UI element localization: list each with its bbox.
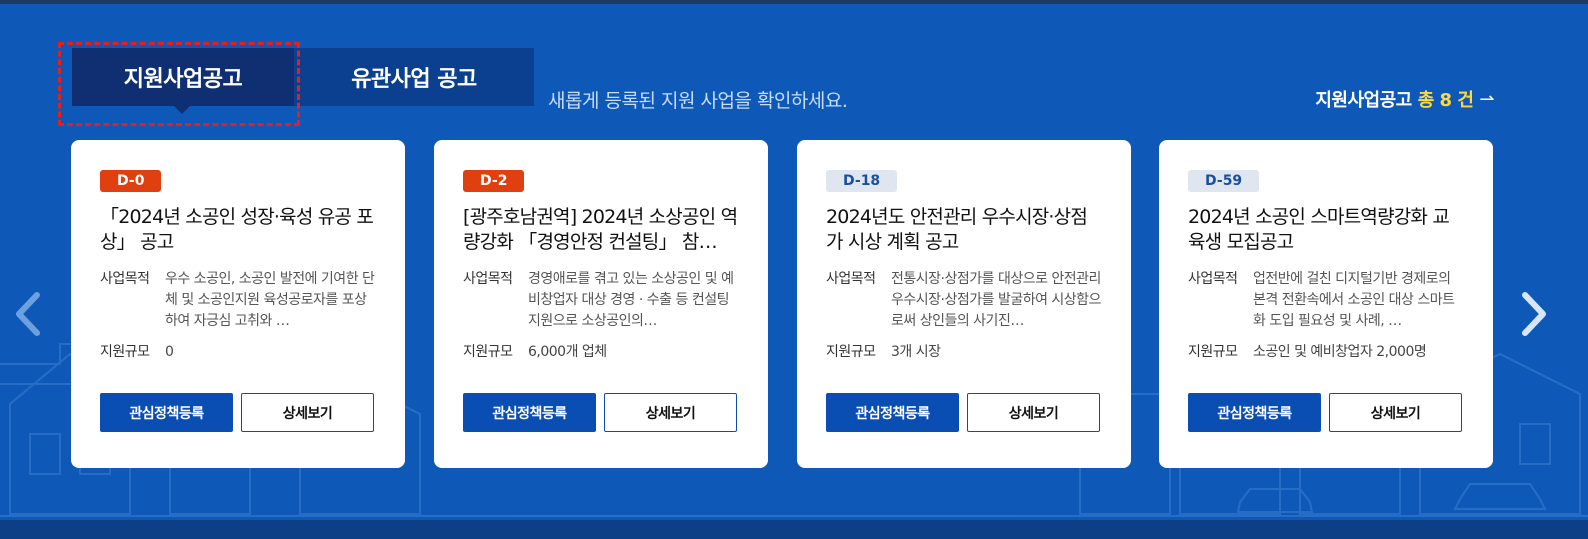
scale-value: 0 <box>165 344 174 360</box>
view-detail-button[interactable]: 상세보기 <box>241 393 374 432</box>
register-interest-button[interactable]: 관심정책등록 <box>1188 393 1321 432</box>
notice-title[interactable]: 2024년도 안전관리 우수시장·상점가 시상 계획 공고 <box>826 205 1102 255</box>
total-count: 총 8 건 <box>1417 90 1474 111</box>
carousel-prev-button[interactable] <box>8 290 48 338</box>
carousel-next-button[interactable] <box>1514 290 1554 338</box>
purpose-label: 사업목적 <box>1188 271 1238 287</box>
arrow-right-icon: ⇀ <box>1479 88 1494 110</box>
notice-card-list: D-0 「2024년 소공인 성장·육성 유공 포상」 공고 사업목적 우수 소… <box>71 140 1493 468</box>
register-interest-button[interactable]: 관심정책등록 <box>463 393 596 432</box>
notice-title[interactable]: 2024년 소공인 스마트역량강화 교육생 모집공고 <box>1188 205 1464 255</box>
scale-value: 소공인 및 예비창업자 2,000명 <box>1253 344 1427 360</box>
notice-card[interactable]: D-0 「2024년 소공인 성장·육성 유공 포상」 공고 사업목적 우수 소… <box>71 140 405 468</box>
notice-tabs: 지원사업공고 유관사업 공고 <box>72 48 534 114</box>
section-subtitle: 새롭게 등록된 지원 사업을 확인하세요. <box>548 90 848 112</box>
purpose-label: 사업목적 <box>826 271 876 287</box>
tab-related-notice[interactable]: 유관사업 공고 <box>294 48 534 106</box>
chevron-left-icon <box>16 292 40 336</box>
notice-title[interactable]: 「2024년 소공인 성장·육성 유공 포상」 공고 <box>100 205 376 255</box>
tab-support-notice[interactable]: 지원사업공고 <box>72 48 294 114</box>
purpose-label: 사업목적 <box>100 271 150 287</box>
purpose-label: 사업목적 <box>463 271 513 287</box>
total-notices-link[interactable]: 지원사업공고 총 8 건 ⇀ <box>1315 86 1494 112</box>
d-day-badge: D-0 <box>100 170 162 192</box>
purpose-text: 전통시장·상점가를 대상으로 안전관리 우수시장·상점가를 발굴하여 시상함으로… <box>891 271 1101 329</box>
register-interest-button[interactable]: 관심정책등록 <box>826 393 959 432</box>
scale-label: 지원규모 <box>1188 344 1238 360</box>
purpose-text: 우수 소공인, 소공인 발전에 기여한 단체 및 소공인지원 육성공로자를 포상… <box>165 271 375 329</box>
notice-card[interactable]: D-59 2024년 소공인 스마트역량강화 교육생 모집공고 사업목적 업전반… <box>1159 140 1493 468</box>
total-prefix: 지원사업공고 <box>1315 90 1412 111</box>
scale-label: 지원규모 <box>100 344 150 360</box>
bottom-border <box>0 520 1588 539</box>
scale-value: 3개 시장 <box>891 344 941 360</box>
d-day-badge: D-18 <box>826 170 898 192</box>
notice-card[interactable]: D-18 2024년도 안전관리 우수시장·상점가 시상 계획 공고 사업목적 … <box>797 140 1131 468</box>
scale-label: 지원규모 <box>826 344 876 360</box>
notice-card[interactable]: D-2 [광주호남권역] 2024년 소상공인 역량강화 「경영안정 컨설팅」 … <box>434 140 768 468</box>
register-interest-button[interactable]: 관심정책등록 <box>100 393 233 432</box>
chevron-right-icon <box>1522 292 1546 336</box>
view-detail-button[interactable]: 상세보기 <box>1329 393 1462 432</box>
view-detail-button[interactable]: 상세보기 <box>967 393 1100 432</box>
d-day-badge: D-59 <box>1188 170 1260 192</box>
purpose-text: 경영애로를 겪고 있는 소상공인 및 예비창업자 대상 경영 · 수출 등 컨설… <box>528 271 734 329</box>
purpose-text: 업전반에 걸친 디지털기반 경제로의 본격 전환속에서 소공인 대상 스마트화 … <box>1253 271 1455 329</box>
notice-title[interactable]: [광주호남권역] 2024년 소상공인 역량강화 「경영안정 컨설팅」 참… <box>463 205 739 255</box>
d-day-badge: D-2 <box>463 170 525 192</box>
scale-label: 지원규모 <box>463 344 513 360</box>
view-detail-button[interactable]: 상세보기 <box>604 393 737 432</box>
scale-value: 6,000개 업체 <box>528 344 607 360</box>
